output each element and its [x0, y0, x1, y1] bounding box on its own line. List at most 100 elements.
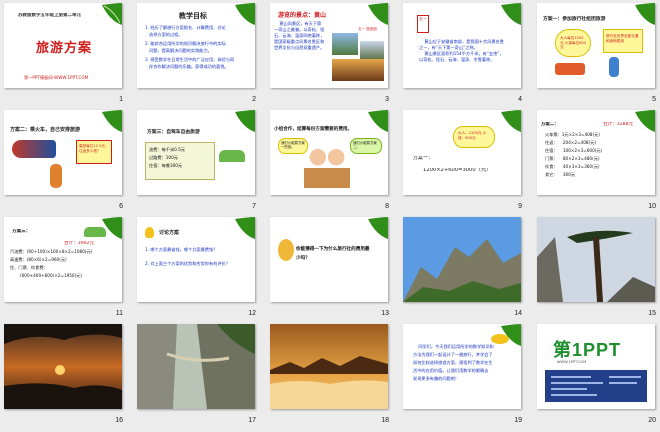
slide-thumbnail-17[interactable]: [137, 324, 255, 409]
mountain-photo: [332, 33, 358, 55]
slide-thumbnail-15[interactable]: [537, 217, 655, 302]
slide-number-2: 2: [252, 96, 256, 103]
leaf-decoration-icon: [501, 3, 521, 25]
slide-number-7: 7: [252, 203, 256, 210]
leaf-decoration-icon: [235, 217, 255, 239]
slide-10-label: 方案二：: [541, 122, 559, 127]
slide-thumbnail-4[interactable]: 五一 黄山位于安徽省南部，是我国十大风景名胜 之一，有“天下第一奇山”之称。 黄…: [403, 3, 521, 88]
slide-7-title: 方案三：自驾车自由旅游: [147, 130, 200, 135]
slide-2-title: 教学目标: [179, 12, 207, 20]
slide-thumbnail-20[interactable]: 第1PPT WWW.1PPT.COM: [537, 324, 655, 409]
slide-1-title: 旅游方案: [36, 41, 93, 56]
sea-of-clouds-photo: [270, 324, 388, 409]
slide-3-line-4: 是国家级重点风景名胜区和: [274, 39, 325, 44]
slide-4-line-3: 黄山景区面积约154平方千米，有“五绝”，: [419, 51, 504, 56]
slide-number-13: 13: [381, 310, 389, 317]
train-icon: [12, 140, 56, 158]
slide-8-title: 小组合作，结算每份方案需要的费用。: [274, 127, 353, 132]
lightbulb-icon: [145, 227, 154, 238]
slide-19-line-5: 发现更多有趣的问题吧！: [413, 376, 460, 381]
slide-19-line-3: 如何比较选择旅游方案，感悟到了数学在生: [413, 360, 493, 365]
slide-20-logo: 第1PPT: [553, 340, 622, 360]
slide-3-line-5: 世界文化与自然双重遗产。: [274, 45, 325, 50]
slide-9-label: 方案一：: [413, 156, 434, 161]
slide-number-16: 16: [115, 417, 123, 424]
slide-thumbnail-8[interactable]: 小组合作，结算每份方案需要的费用。 我们小组算方案一的钱。 我们小组算方案二。: [270, 110, 388, 195]
slide-7-info-panel: 油费：每千米0.5元 过路费：100元 住宿：每晚300元: [145, 142, 215, 180]
slide-11-line-4: 住、门票、伙食费：: [10, 265, 48, 270]
mascot-icon: [278, 239, 294, 261]
slide-thumbnail-16[interactable]: [4, 324, 122, 409]
slide-9-box: 大人：1200元 小孩：600元: [453, 126, 495, 148]
slide-thumbnail-14[interactable]: [403, 217, 521, 302]
slide-thumbnail-2[interactable]: 教学目标 1. 经历了解旅行方案报名、计算费用、讨论 选择方案的过程。 2. 能…: [137, 3, 255, 88]
slide-4-line-4: 以奇松、怪石、云海、温泉、冬雪著称。: [419, 57, 495, 62]
slide-19-line-4: 活中的应用价值。让我们用数学的眼睛去: [413, 368, 489, 373]
slide-2-line-5: 3. 感受数学在日常生活中的广泛应用，体验与同: [145, 57, 235, 62]
cliff-path-photo: [137, 324, 255, 409]
slide-5-bubble-left: 大人每位1200元 小孩每位600元: [555, 29, 591, 57]
slide-1-header: 苏教版数学五年级上册第二单元: [18, 13, 81, 18]
slide-number-1: 1: [119, 96, 123, 103]
slide-number-4: 4: [518, 96, 522, 103]
slide-12-title: 讨论方案: [159, 230, 180, 236]
slide-number-12: 12: [248, 310, 256, 317]
slide-thumbnail-7[interactable]: 方案三：自驾车自由旅游 油费：每千米0.5元 过路费：100元 住宿：每晚300…: [137, 110, 255, 195]
slide-1-footer: 第一PPT模板网-WWW.1PPT.COM: [24, 75, 89, 80]
slide-11-line-1: 合计：3992元: [64, 241, 95, 246]
slide-2-line-3: 2. 能综合运用所学的知识解决旅行中的实际: [145, 41, 226, 46]
slide-12-line-2: 2. 对上面三个方案的优势和劣势你有何评价？: [145, 261, 230, 266]
slide-thumbnail-13[interactable]: 你能猜得一下为什么旅行社的费用最少吗？: [270, 217, 388, 302]
slide-thumbnail-5[interactable]: 方案一：参加旅行社组团旅游 大人每位1200元 小孩每位600元 旅行社负责全部…: [537, 3, 655, 88]
slide-number-11: 11: [115, 310, 123, 317]
slide-10-line-2: 往返： 204×2=408(元): [545, 140, 597, 145]
leaf-decoration-icon: [368, 217, 388, 239]
slide-thumbnail-11[interactable]: 方案三： 合计：3992元 汽油费：(60÷100)×100×8×2=1080(…: [4, 217, 122, 302]
slide-11-line-2: 汽油费：(60÷100)×100×8×2=1080(元): [10, 249, 93, 254]
slide-number-18: 18: [381, 417, 389, 424]
slide-number-15: 15: [648, 310, 656, 317]
slide-thumbnail-10[interactable]: 方案二： 火车票：1元×2×3=408(元) 往返： 204×2=408(元) …: [537, 110, 655, 195]
slide-4-line-2: 之一，有“天下第一奇山”之称。: [419, 45, 478, 50]
traveler-icon: [609, 57, 619, 77]
slide-number-5: 5: [652, 96, 656, 103]
leaf-decoration-icon: [368, 110, 388, 132]
leaf-decoration-icon: [501, 110, 521, 132]
slide-4-tag: 五一: [417, 15, 429, 33]
student-icon: [50, 164, 62, 188]
slide-number-19: 19: [514, 417, 522, 424]
slide-10-line-1: 火车票：1元×2×3=408(元): [545, 132, 600, 137]
slide-number-17: 17: [248, 417, 256, 424]
slide-thumbnail-9[interactable]: 大人：1200元 小孩：600元 方案一： 1200×2+600=3000（元）: [403, 110, 521, 195]
slide-thumbnail-1[interactable]: 苏教版数学五年级上册第二单元 旅游方案 第一PPT模板网-WWW.1PPT.CO…: [4, 3, 122, 88]
mountain-photo: [360, 41, 384, 61]
slide-10-line-3: 住宿： 100×2×3=600(元): [545, 148, 603, 153]
leaf-decoration-icon: [635, 3, 655, 25]
leaf-decoration-icon: [102, 110, 122, 132]
students-at-table-icon: [304, 144, 350, 188]
slide-2-line-2: 选择方案的过程。: [145, 32, 183, 37]
leaf-decoration-icon: [102, 3, 122, 25]
slide-number-20: 20: [648, 417, 656, 424]
slide-3-line-2: 一奇山之美誉。以奇松、怪: [274, 27, 325, 32]
slide-thumbnail-3[interactable]: 游览的景点：黄山 黄山风景区，有天下第 一奇山之美誉。以奇松、怪 石、云海、温泉…: [270, 3, 388, 88]
slide-10-line-4: 门票： 80×2×3=480(元): [545, 156, 600, 161]
tour-bus-icon: [555, 63, 585, 75]
slide-thumbnail-19[interactable]: 同学们，今天我们运用所学的数学知识和 方法为我们一起设计了一趟旅行，并学会了 如…: [403, 324, 521, 409]
slide-thumbnail-6[interactable]: 方案二：乘火车，自己安排旅游 高铁每位12.5元，往返多少钱？: [4, 110, 122, 195]
slide-10-line-6: 其它： 300元: [545, 172, 576, 177]
slide-9-formula: 1200×2+600=3000（元）: [423, 168, 492, 173]
slide-3-line-3: 石、云海、温泉四绝著称，: [274, 33, 325, 38]
slide-10-line-5: 伙食： 40×3×3=360(元): [545, 164, 600, 169]
car-icon: [219, 150, 245, 162]
slide-3-line-1: 黄山风景区，有天下第: [274, 21, 322, 26]
welcoming-pine-photo: [537, 217, 655, 302]
slide-number-3: 3: [385, 96, 389, 103]
slide-thumbnail-18[interactable]: [270, 324, 388, 409]
leaf-decoration-icon: [235, 110, 255, 132]
slide-3-badge: 五一 旅游团: [358, 27, 377, 31]
slide-19-line-2: 方法为我们一起设计了一趟旅行，并学会了: [413, 352, 493, 357]
slide-thumbnail-12[interactable]: 讨论方案 1. 哪个方案最省钱，哪个方案最费钱？ 2. 对上面三个方案的优势和劣…: [137, 217, 255, 302]
slide-11-line-3: 高速费：(80×6)×2=960(元): [10, 257, 67, 262]
slide-13-question: 你能猜得一下为什么旅行社的费用最少吗？: [296, 247, 370, 261]
